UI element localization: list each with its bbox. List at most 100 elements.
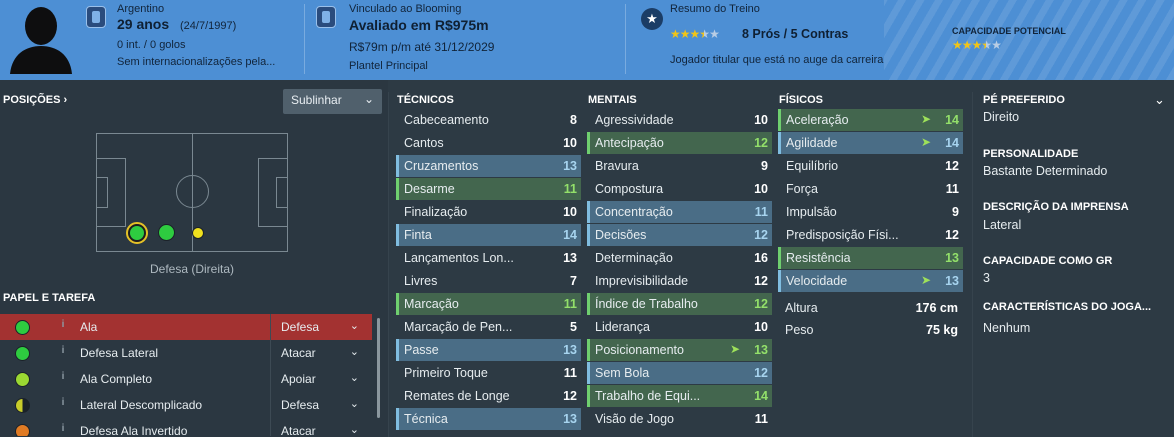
mental-attribute-row[interactable]: Compostura 10 bbox=[587, 178, 772, 200]
technical-attribute-row[interactable]: Marcação de Pen... 5 bbox=[396, 316, 581, 338]
header-separator bbox=[625, 4, 626, 74]
weight-row: Peso 75 kg bbox=[779, 319, 964, 341]
duty-dropdown[interactable]: Defesa ⌄ bbox=[270, 392, 371, 418]
technical-attribute-row[interactable]: Livres 7 bbox=[396, 270, 581, 292]
mental-title: MENTAIS bbox=[588, 94, 637, 106]
wage-contract: R$79m p/m até 31/12/2029 bbox=[349, 40, 495, 54]
attribute-name: Marcação bbox=[404, 297, 459, 311]
technical-attribute-row[interactable]: Remates de Longe 12 bbox=[396, 385, 581, 407]
attribute-name: Visão de Jogo bbox=[595, 412, 674, 426]
info-icon[interactable]: i bbox=[58, 397, 68, 411]
height-row: Altura 176 cm bbox=[779, 297, 964, 319]
attribute-name: Resistência bbox=[786, 251, 851, 265]
mental-attribute-row[interactable]: Visão de Jogo 11 bbox=[587, 408, 772, 430]
technical-attribute-row[interactable]: Finta 14 bbox=[396, 224, 581, 246]
mental-attribute-row[interactable]: Agressividade 10 bbox=[587, 109, 772, 131]
info-icon[interactable]: i bbox=[58, 345, 68, 359]
mental-attribute-row[interactable]: Trabalho de Equi... 14 bbox=[587, 385, 772, 407]
technical-attribute-row[interactable]: Cabeceamento 8 bbox=[396, 109, 581, 131]
physical-attribute-row[interactable]: Velocidade ➤ 13 bbox=[778, 270, 963, 292]
physical-title: FÍSICOS bbox=[779, 94, 824, 106]
duty-dropdown[interactable]: Atacar ⌄ bbox=[270, 340, 371, 366]
role-suitability-icon bbox=[15, 346, 30, 361]
role-row[interactable]: i Defesa Ala Invertido Atacar ⌄ bbox=[0, 418, 372, 436]
physical-attribute-row[interactable]: Predisposição Físi... 12 bbox=[778, 224, 963, 246]
position-marker[interactable] bbox=[192, 227, 204, 239]
nationality-flag-icon bbox=[86, 6, 106, 28]
technical-attribute-row[interactable]: Marcação 11 bbox=[396, 293, 581, 315]
height-label: Altura bbox=[785, 301, 818, 315]
attribute-name: Impulsão bbox=[786, 205, 837, 219]
chevron-down-icon: ⌄ bbox=[349, 398, 359, 410]
info-icon[interactable]: i bbox=[58, 371, 68, 385]
info-icon[interactable]: i bbox=[58, 319, 68, 333]
attribute-name: Finalização bbox=[404, 205, 468, 219]
position-marker[interactable] bbox=[158, 224, 175, 241]
technical-attribute-row[interactable]: Cruzamentos 13 bbox=[396, 155, 581, 177]
physical-attribute-row[interactable]: Aceleração ➤ 14 bbox=[778, 109, 963, 131]
mental-attribute-row[interactable]: Determinação 16 bbox=[587, 247, 772, 269]
attribute-name: Passe bbox=[404, 343, 439, 357]
chevron-down-icon[interactable]: ⌄ bbox=[1154, 92, 1165, 108]
attribute-name: Concentração bbox=[595, 205, 673, 219]
positions-title[interactable]: POSIÇÕES › bbox=[3, 94, 67, 106]
physical-attribute-row[interactable]: Equilíbrio 12 bbox=[778, 155, 963, 177]
role-duty-title: PAPEL E TAREFA bbox=[3, 292, 96, 304]
role-row[interactable]: i Defesa Lateral Atacar ⌄ bbox=[0, 340, 372, 366]
duty-label: Atacar bbox=[281, 346, 316, 360]
role-suitability-icon bbox=[15, 424, 30, 436]
mental-attribute-row[interactable]: Decisões 12 bbox=[587, 224, 772, 246]
position-marker-dot bbox=[130, 226, 144, 240]
attribute-value: 13 bbox=[945, 274, 959, 288]
chevron-down-icon: ⌄ bbox=[349, 346, 359, 358]
contract-club[interactable]: Vinculado ao Blooming bbox=[349, 3, 461, 15]
technical-attribute-row[interactable]: Cantos 10 bbox=[396, 132, 581, 154]
mental-attribute-row[interactable]: Índice de Trabalho 12 bbox=[587, 293, 772, 315]
mental-attribute-row[interactable]: Concentração 11 bbox=[587, 201, 772, 223]
mental-attribute-row[interactable]: Imprevisibilidade 12 bbox=[587, 270, 772, 292]
potential-star-rating: ★★★★★ bbox=[952, 38, 1002, 52]
role-row[interactable]: i Ala Completo Apoiar ⌄ bbox=[0, 366, 372, 392]
technical-attribute-row[interactable]: Técnica 13 bbox=[396, 408, 581, 430]
role-row[interactable]: i Lateral Descomplicado Defesa ⌄ bbox=[0, 392, 372, 418]
player-age: 29 anos bbox=[117, 16, 170, 32]
physical-attribute-row[interactable]: Impulsão 9 bbox=[778, 201, 963, 223]
attribute-value: 13 bbox=[563, 343, 577, 357]
attribute-value: 9 bbox=[952, 205, 959, 219]
duty-dropdown[interactable]: Apoiar ⌄ bbox=[270, 366, 371, 392]
info-icon[interactable]: i bbox=[58, 423, 68, 436]
duty-dropdown[interactable]: Defesa ⌄ bbox=[270, 314, 371, 340]
mental-attribute-row[interactable]: Antecipação 12 bbox=[587, 132, 772, 154]
attribute-name: Primeiro Toque bbox=[404, 366, 488, 380]
position-marker-selected[interactable] bbox=[126, 222, 148, 244]
physical-attribute-row[interactable]: Força 11 bbox=[778, 178, 963, 200]
attribute-name: Imprevisibilidade bbox=[595, 274, 689, 288]
physical-attribute-row[interactable]: Agilidade ➤ 14 bbox=[778, 132, 963, 154]
pros-cons-count: 8 Prós / 5 Contras bbox=[742, 27, 849, 41]
technical-attribute-row[interactable]: Passe 13 bbox=[396, 339, 581, 361]
international-status: Sem internacionalizações pela... bbox=[117, 56, 276, 68]
training-summary-title[interactable]: Resumo do Treino bbox=[670, 3, 760, 15]
chevron-down-icon: ⌄ bbox=[349, 372, 359, 384]
duty-dropdown[interactable]: Atacar ⌄ bbox=[270, 418, 371, 436]
technical-attribute-row[interactable]: Lançamentos Lon... 13 bbox=[396, 247, 581, 269]
technical-attribute-row[interactable]: Primeiro Toque 11 bbox=[396, 362, 581, 384]
training-note: Jogador titular que está no auge da carr… bbox=[670, 54, 884, 66]
gk-ability-label: CAPACIDADE COMO GR bbox=[983, 255, 1113, 267]
technical-attribute-row[interactable]: Finalização 10 bbox=[396, 201, 581, 223]
role-name: Ala Completo bbox=[80, 372, 153, 386]
highlight-dropdown[interactable]: Sublinhar ⌄ bbox=[283, 89, 382, 114]
press-description-label: DESCRIÇÃO DA IMPRENSA bbox=[983, 201, 1129, 213]
role-row[interactable]: i Ala Defesa ⌄ bbox=[0, 314, 372, 340]
mental-attribute-row[interactable]: Sem Bola 12 bbox=[587, 362, 772, 384]
mental-attribute-row[interactable]: Bravura 9 bbox=[587, 155, 772, 177]
role-list-scrollbar[interactable] bbox=[377, 318, 380, 418]
role-name: Defesa Ala Invertido bbox=[80, 424, 188, 436]
technical-attribute-row[interactable]: Desarme 11 bbox=[396, 178, 581, 200]
mental-attribute-row[interactable]: Posicionamento ➤ 13 bbox=[587, 339, 772, 361]
mental-attribute-row[interactable]: Liderança 10 bbox=[587, 316, 772, 338]
star-full-icon: ★ bbox=[971, 38, 983, 52]
physical-attribute-row[interactable]: Resistência 13 bbox=[778, 247, 963, 269]
role-name: Ala bbox=[80, 320, 98, 334]
attribute-value: 10 bbox=[563, 205, 577, 219]
